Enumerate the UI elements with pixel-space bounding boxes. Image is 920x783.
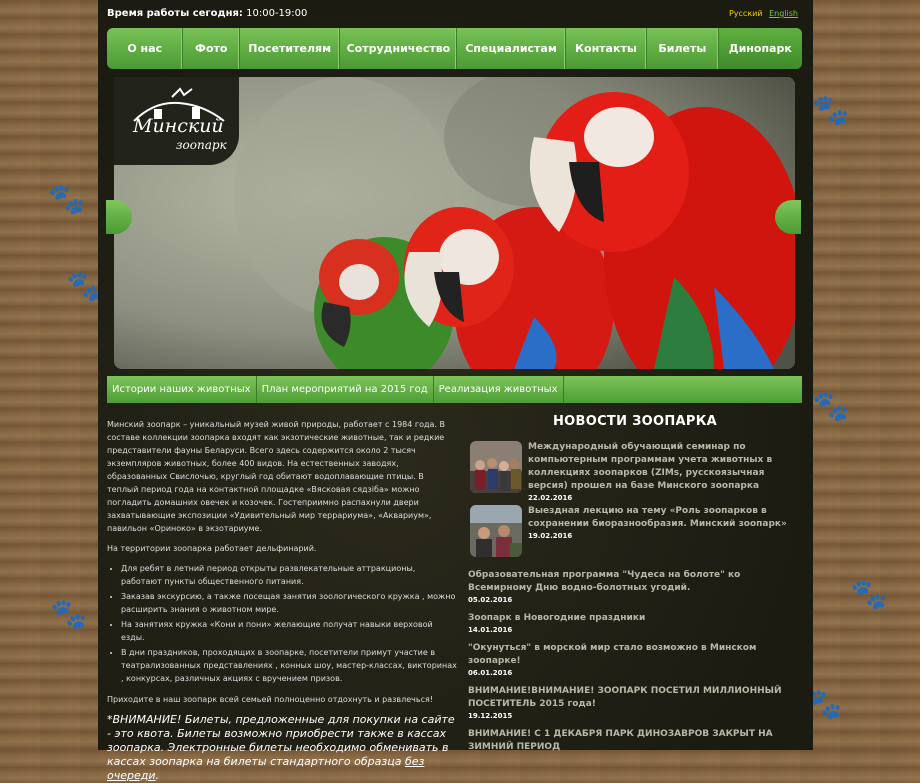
news-date: 19.12.2015 — [468, 712, 513, 720]
subnav-item-animal-sales[interactable]: Реализация животных — [434, 376, 564, 403]
nav-item-visitors[interactable]: Посетителям — [240, 28, 341, 69]
lang-en-link[interactable]: English — [769, 9, 798, 18]
main-nav: О нас Фото Посетителям Сотрудничество Сп… — [107, 28, 802, 69]
warning-end: . — [155, 769, 160, 782]
news-date: 06.01.2016 — [468, 669, 513, 677]
dolphinarium-paragraph: На территории зоопарка работает дельфина… — [107, 544, 317, 553]
features-list: Для ребят в летний период открыты развле… — [107, 562, 457, 685]
news-link[interactable]: Зоопарк в Новогодние праздники — [468, 612, 802, 625]
news-date: 14.01.2016 — [468, 626, 513, 634]
nav-item-contacts[interactable]: Контакты — [566, 28, 648, 69]
ticket-warning: *ВНИМАНИЕ! Билеты, предложенные для поку… — [107, 713, 457, 783]
news-link[interactable]: "Окунуться" в морской мир стало возможно… — [468, 642, 802, 668]
list-item: На занятиях кружка «Кони и пони» желающи… — [121, 618, 457, 644]
news-date: 05.02.2016 — [468, 596, 513, 604]
working-hours: Время работы сегодня: 10:00-19:00 — [107, 8, 307, 19]
list-item: Заказав экскурсию, а также посещая занят… — [121, 590, 457, 616]
intro-text: Минский зоопарк – уникальный музей живой… — [107, 418, 457, 783]
nav-item-tickets[interactable]: Билеты — [647, 28, 719, 69]
news-item[interactable]: "Окунуться" в морской мир стало возможно… — [468, 642, 802, 677]
nav-item-photo[interactable]: Фото — [183, 28, 241, 69]
news-link[interactable]: Международный обучающий семинар по компь… — [528, 441, 802, 493]
paw-print-icon: 🐾 — [812, 93, 850, 128]
news-thumbnail[interactable] — [470, 441, 522, 493]
news-item[interactable]: Образовательная программа "Чудеса на бол… — [468, 569, 802, 604]
warning-text: *ВНИМАНИЕ! Билеты, предложенные для поку… — [107, 713, 455, 768]
news-link[interactable]: Образовательная программа "Чудеса на бол… — [468, 569, 802, 595]
news-item[interactable]: Зоопарк в Новогодние праздники 14.01.201… — [468, 612, 802, 634]
news-link[interactable]: Выездная лекцию на тему «Роль зоопарков … — [528, 505, 802, 531]
news-link[interactable]: ВНИМАНИЕ!ВНИМАНИЕ! ЗООПАРК ПОСЕТИЛ МИЛЛИ… — [468, 685, 802, 711]
news-item[interactable]: Международный обучающий семинар по компь… — [468, 441, 802, 502]
hours-value: 10:00-19:00 — [246, 8, 308, 19]
news-section: НОВОСТИ ЗООПАРКА Международный обучающий… — [468, 414, 802, 762]
paw-print-icon: 🐾 — [850, 577, 888, 612]
slider-next-button[interactable] — [775, 200, 801, 234]
paw-print-icon: 🐾 — [812, 389, 850, 424]
subnav-item-events-plan[interactable]: План мероприятий на 2015 год — [257, 376, 434, 403]
logo-title: Минский — [133, 115, 224, 137]
news-item[interactable]: ВНИМАНИЕ! С 1 ДЕКАБРЯ ПАРК ДИНОЗАВРОВ ЗА… — [468, 728, 802, 754]
nav-item-cooperation[interactable]: Сотрудничество — [340, 28, 458, 69]
news-heading: НОВОСТИ ЗООПАРКА — [553, 414, 717, 429]
list-item: В дни праздников, проходящих в зоопарке,… — [121, 646, 457, 685]
news-thumbnail[interactable] — [470, 505, 522, 557]
subnav-item-stories[interactable]: Истории наших животных — [107, 376, 257, 403]
invite-paragraph: Приходите в наш зоопарк всей семьей полн… — [107, 695, 433, 704]
language-switcher: Русский English — [729, 9, 798, 18]
paw-print-icon: 🐾 — [48, 182, 86, 217]
intro-paragraph: Минский зоопарк – уникальный музей живой… — [107, 420, 445, 533]
lang-ru-link[interactable]: Русский — [729, 9, 763, 18]
nav-item-dinopark[interactable]: Динопарк — [718, 28, 802, 69]
top-bar: Время работы сегодня: 10:00-19:00 Русски… — [107, 8, 802, 24]
news-date: 22.02.2016 — [528, 494, 573, 502]
news-link[interactable]: ВНИМАНИЕ! С 1 ДЕКАБРЯ ПАРК ДИНОЗАВРОВ ЗА… — [468, 728, 802, 754]
news-item[interactable]: ВНИМАНИЕ!ВНИМАНИЕ! ЗООПАРК ПОСЕТИЛ МИЛЛИ… — [468, 685, 802, 720]
logo-subtitle: зоопарк — [176, 138, 227, 152]
news-date: 19.02.2016 — [528, 532, 573, 540]
nav-item-about[interactable]: О нас — [107, 28, 184, 69]
sub-nav: Истории наших животных План мероприятий … — [107, 376, 802, 403]
list-item: Для ребят в летний период открыты развле… — [121, 562, 457, 588]
news-item[interactable]: Выездная лекцию на тему «Роль зоопарков … — [468, 505, 802, 561]
paw-print-icon: 🐾 — [50, 597, 88, 632]
nav-item-specialists[interactable]: Специалистам — [457, 28, 566, 69]
hours-label: Время работы сегодня: — [107, 8, 243, 19]
